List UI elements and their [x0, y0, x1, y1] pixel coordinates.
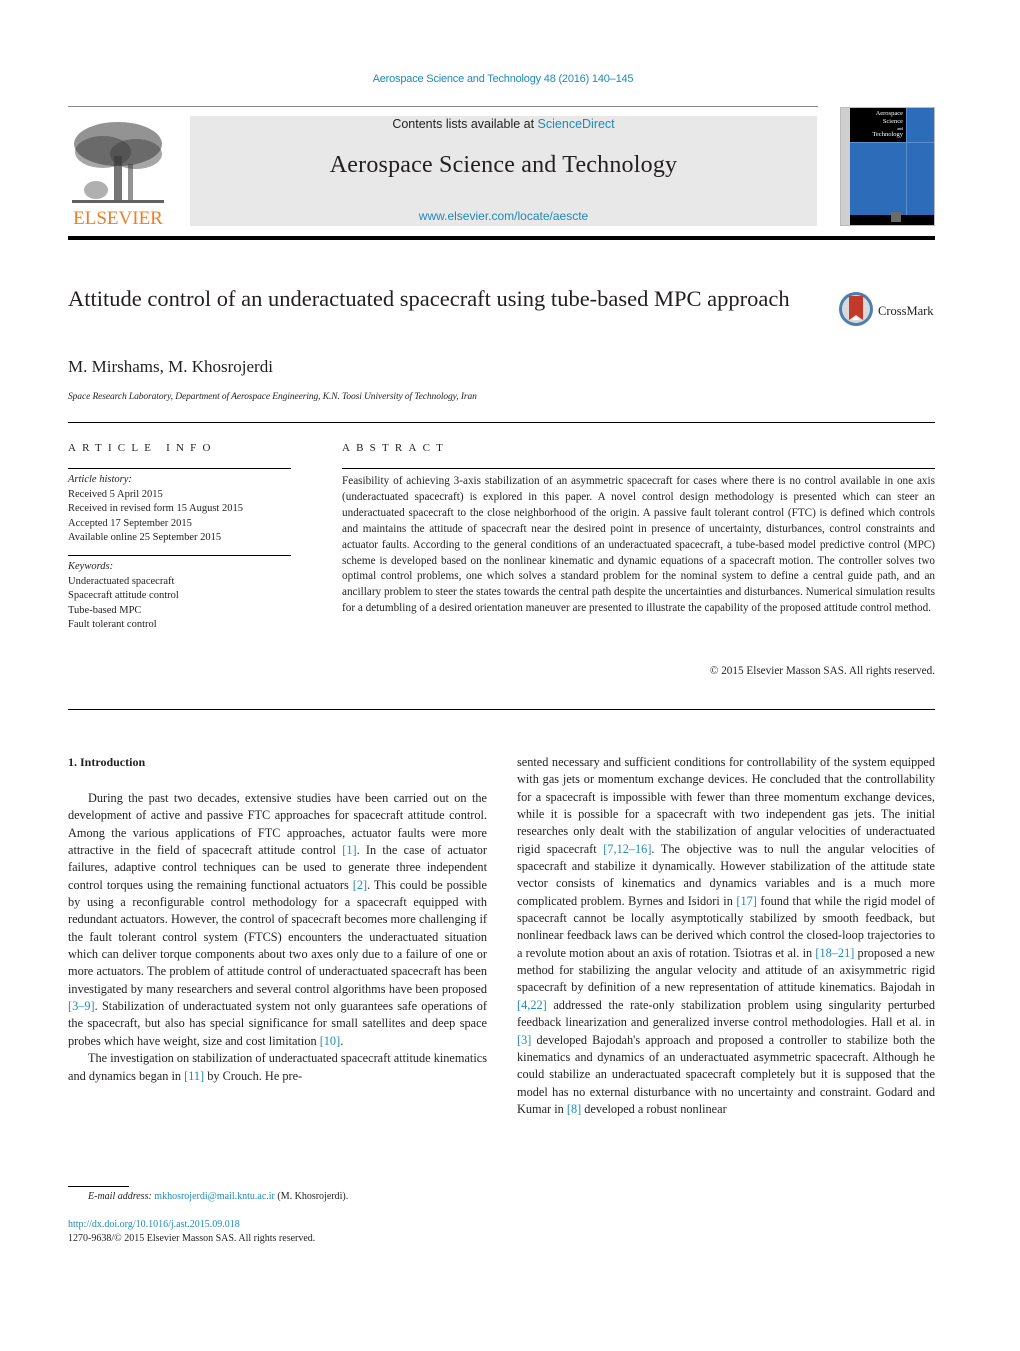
citation-link[interactable]: [4,22]: [517, 998, 547, 1012]
article-info-heading: ARTICLE INFO: [68, 442, 217, 454]
history-item: Received in revised form 15 August 2015: [68, 503, 243, 515]
article-history: Article history: Received 5 April 2015 R…: [68, 473, 243, 546]
paragraph: sented necessary and sufficient conditio…: [517, 754, 935, 1118]
paragraph-text: by Crouch. He pre-: [204, 1068, 303, 1083]
article-info-rule: [68, 468, 291, 469]
abstract-bottom-rule: [68, 709, 935, 710]
keywords-list: Keywords: Underactuated spacecraft Space…: [68, 560, 179, 633]
cover-title-line: Technology: [872, 131, 903, 138]
crossmark-button[interactable]: CrossMark: [838, 290, 938, 330]
cover-title-line: Aerospace: [875, 110, 903, 117]
citation-link[interactable]: [3–9]: [68, 999, 95, 1013]
contents-available-line: Contents lists available at ScienceDirec…: [190, 117, 817, 131]
introduction-heading: 1. Introduction: [68, 755, 146, 769]
journal-citation-link[interactable]: Aerospace Science and Technology 48 (201…: [0, 73, 1006, 85]
paragraph-text: . This could be possible by using a reco…: [68, 877, 487, 996]
abstract-body: Feasibility of achieving 3-axis stabiliz…: [342, 475, 935, 615]
cover-vertical-line: [906, 108, 907, 225]
crossmark-icon: CrossMark: [839, 292, 934, 326]
keyword-item: Spacecraft attitude control: [68, 590, 179, 602]
svg-text:ELSEVIER: ELSEVIER: [73, 208, 163, 228]
section-divider: [68, 422, 935, 423]
keyword-item: Fault tolerant control: [68, 619, 157, 631]
body-column-left: During the past two decades, extensive s…: [68, 790, 487, 1085]
email-owner: (M. Khosrojerdi).: [274, 1191, 349, 1202]
history-item: Accepted 17 September 2015: [68, 517, 192, 529]
paragraph-text: sented necessary and sufficient conditio…: [517, 755, 935, 856]
cover-elsevier-mark-icon: [891, 212, 901, 222]
author-list: M. Mirshams, M. Khosrojerdi: [68, 357, 273, 376]
email-label: E-mail address:: [88, 1191, 152, 1202]
header-divider: [68, 106, 818, 107]
keywords-rule: [68, 555, 291, 556]
paragraph: The investigation on stabilization of un…: [68, 1050, 487, 1085]
elsevier-tree-icon: ELSEVIER: [72, 122, 164, 229]
issn-copyright: 1270-9638/© 2015 Elsevier Masson SAS. Al…: [68, 1233, 316, 1244]
paragraph-text: .: [340, 1033, 344, 1048]
article-history-label: Article history:: [68, 474, 132, 485]
abstract-copyright: © 2015 Elsevier Masson SAS. All rights r…: [709, 665, 935, 677]
paper-title: Attitude control of an underactuated spa…: [68, 286, 790, 311]
elsevier-logo[interactable]: ELSEVIER: [68, 116, 168, 229]
citation-link[interactable]: [8]: [567, 1102, 581, 1116]
doi-link[interactable]: http://dx.doi.org/10.1016/j.ast.2015.09.…: [68, 1219, 240, 1230]
journal-header-banner: Contents lists available at ScienceDirec…: [190, 116, 817, 226]
citation-link[interactable]: [17]: [736, 894, 757, 908]
citation-link[interactable]: [11]: [184, 1069, 204, 1083]
cover-spine: [841, 108, 850, 225]
abstract-rule: [342, 468, 935, 469]
keyword-item: Underactuated spacecraft: [68, 575, 175, 587]
author-affiliation: Space Research Laboratory, Department of…: [68, 392, 477, 402]
header-thick-rule: [68, 236, 935, 240]
citation-link[interactable]: [18–21]: [815, 946, 854, 960]
keywords-label: Keywords:: [68, 561, 114, 572]
email-link[interactable]: mkhosrojerdi@mail.kntu.ac.ir: [154, 1191, 275, 1202]
cover-title-line: Science: [882, 118, 903, 125]
cover-horizontal-line: [850, 142, 934, 143]
citation-link[interactable]: [7,12–16]: [603, 842, 651, 856]
journal-url-link[interactable]: www.elsevier.com/locate/aescte: [190, 209, 817, 223]
paragraph-text: . Stabilization of underactuated system …: [68, 999, 487, 1048]
footnote-rule: [68, 1186, 129, 1187]
cover-title-block: Aerospace Science and Technology: [850, 108, 906, 142]
paragraph-text: addressed the rate-only stabilization pr…: [517, 997, 935, 1030]
citation-link[interactable]: [3]: [517, 1033, 531, 1047]
journal-cover-thumbnail[interactable]: Aerospace Science and Technology: [840, 107, 935, 226]
citation-link[interactable]: [10]: [320, 1034, 341, 1048]
body-column-right: sented necessary and sufficient conditio…: [517, 754, 935, 1118]
journal-title: Aerospace Science and Technology: [329, 152, 678, 178]
contents-prefix: Contents lists available at: [392, 117, 538, 131]
paragraph: During the past two decades, extensive s…: [68, 790, 487, 1050]
history-item: Available online 25 September 2015: [68, 532, 222, 544]
paragraph-text: developed a robust nonlinear: [581, 1101, 727, 1116]
svg-text:CrossMark: CrossMark: [878, 304, 934, 318]
citation-link[interactable]: [1]: [342, 843, 356, 857]
footnote-email: E-mail address: mkhosrojerdi@mail.kntu.a…: [88, 1191, 348, 1202]
citation-link[interactable]: [2]: [353, 878, 367, 892]
abstract-heading: ABSTRACT: [342, 442, 450, 454]
sciencedirect-link[interactable]: ScienceDirect: [538, 117, 615, 131]
keyword-item: Tube-based MPC: [68, 604, 142, 616]
history-item: Received 5 April 2015: [68, 488, 163, 500]
